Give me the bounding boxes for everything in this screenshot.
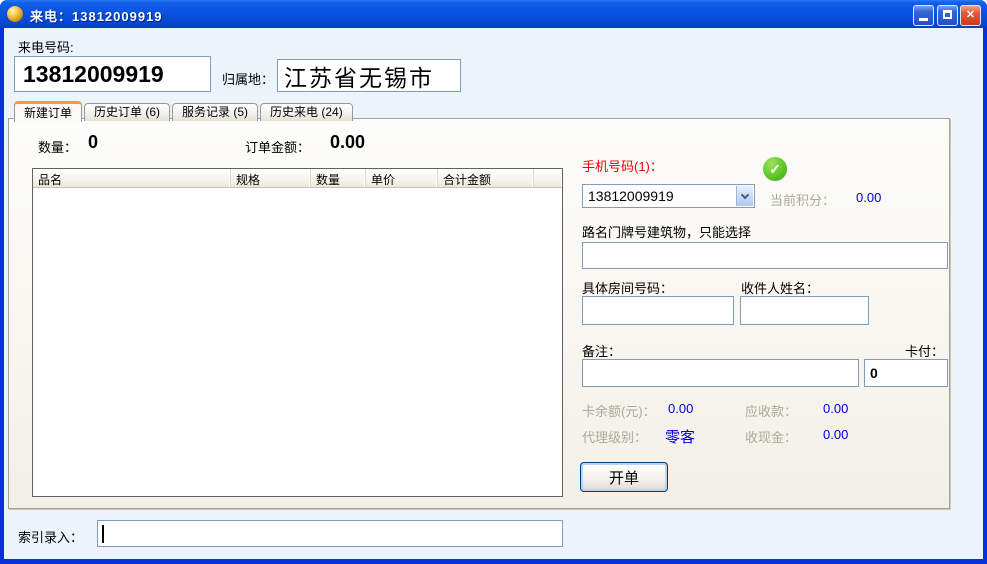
- caller-number-box[interactable]: [14, 56, 211, 92]
- window-title: 来电：13812009919: [30, 6, 163, 25]
- tab-call-history[interactable]: 历史来电 (24): [260, 103, 353, 121]
- index-entry-input[interactable]: [97, 520, 563, 547]
- quantity-label: 数量：: [38, 137, 77, 156]
- column-header-total[interactable]: 合计金额: [438, 169, 534, 187]
- agent-level-label: 代理级别：: [582, 427, 647, 446]
- table-body-empty[interactable]: [33, 188, 562, 497]
- tab-service-records[interactable]: 服务记录 (5): [172, 103, 258, 121]
- address-input[interactable]: [582, 242, 948, 269]
- location-input[interactable]: [278, 60, 460, 91]
- column-header-spec[interactable]: 规格: [231, 169, 311, 187]
- tab-history-orders[interactable]: 历史订单 (6): [84, 103, 170, 121]
- index-entry-label: 索引录入：: [18, 527, 83, 546]
- recipient-input[interactable]: [740, 296, 869, 325]
- column-header-stub: [534, 169, 562, 187]
- minimize-button[interactable]: [913, 5, 934, 26]
- tabstrip: 新建订单 历史订单 (6) 服务记录 (5) 历史来电 (24): [14, 101, 355, 121]
- minimize-icon: [919, 18, 928, 21]
- location-box[interactable]: [277, 59, 461, 92]
- cash-label: 收现金：: [745, 427, 797, 446]
- receivable-value: 0.00: [823, 401, 848, 416]
- phone-combobox-value: 13812009919: [588, 188, 674, 204]
- maximize-button[interactable]: [937, 5, 958, 26]
- titlebar: 来电：13812009919 ✕: [0, 0, 987, 28]
- phone-combobox[interactable]: 13812009919: [582, 184, 755, 208]
- address-label: 路名门牌号建筑物，只能选择: [582, 222, 751, 241]
- remark-input[interactable]: [582, 359, 859, 387]
- location-label: 归属地：: [222, 69, 274, 88]
- order-items-table: 品名 规格 数量 单价 合计金额: [32, 168, 563, 497]
- green-check-icon: ✓: [763, 157, 787, 181]
- room-label: 具体房间号码：: [582, 278, 673, 297]
- points-label: 当前积分：: [770, 190, 835, 209]
- combobox-dropdown-button[interactable]: [736, 186, 753, 206]
- close-button[interactable]: ✕: [960, 5, 981, 26]
- card-pay-label: 卡付：: [905, 341, 944, 360]
- room-input[interactable]: [582, 296, 734, 325]
- receivable-label: 应收款：: [745, 401, 797, 420]
- table-header-row: 品名 规格 数量 单价 合计金额: [33, 169, 562, 188]
- card-pay-input[interactable]: [864, 359, 948, 387]
- cash-value: 0.00: [823, 427, 848, 442]
- phone-label: 手机号码(1)：: [582, 156, 663, 175]
- agent-level-value: 零客: [665, 426, 695, 447]
- column-header-item-name[interactable]: 品名: [33, 169, 231, 187]
- card-balance-value: 0.00: [668, 401, 693, 416]
- amount-value: 0.00: [330, 132, 365, 153]
- card-balance-label: 卡余额(元)：: [582, 401, 656, 420]
- column-header-quantity[interactable]: 数量: [311, 169, 366, 187]
- app-window: 来电：13812009919 ✕ 来电号码: 归属地： 新建订单 历史订单 (6…: [0, 0, 987, 564]
- column-header-unit-price[interactable]: 单价: [366, 169, 438, 187]
- tab-new-order[interactable]: 新建订单: [14, 101, 82, 122]
- app-icon: [7, 6, 23, 22]
- chevron-down-icon: [741, 191, 749, 199]
- quantity-value: 0: [88, 132, 98, 153]
- close-icon: ✕: [966, 9, 975, 21]
- caller-number-label: 来电号码:: [18, 37, 74, 56]
- remark-label: 备注：: [582, 341, 621, 360]
- maximize-icon: [943, 10, 952, 19]
- points-value: 0.00: [856, 190, 881, 205]
- recipient-label: 收件人姓名：: [741, 278, 819, 297]
- text-caret: [102, 525, 104, 543]
- amount-label: 订单金额：: [245, 137, 310, 156]
- caller-number-input[interactable]: [15, 57, 210, 91]
- open-order-button[interactable]: 开单: [580, 462, 668, 492]
